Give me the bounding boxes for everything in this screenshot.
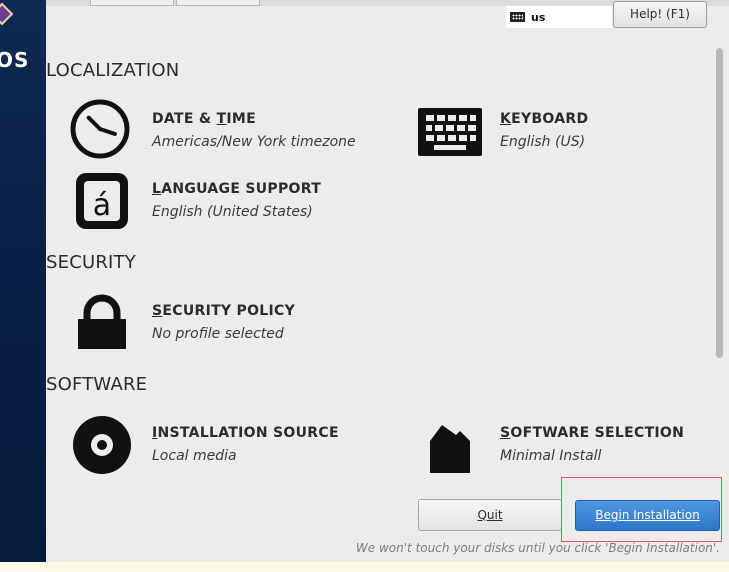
bottom-band — [0, 562, 729, 572]
help-button[interactable]: Help! (F1) — [613, 1, 707, 28]
spoke-date-time[interactable]: DATE & TIME Americas/New York timezone — [68, 97, 368, 163]
footer-note: We won't touch your disks until you clic… — [355, 541, 720, 555]
clock-icon — [68, 97, 132, 161]
keyboard-layout-label: us — [531, 10, 546, 24]
product-sidebar: OS — [0, 0, 46, 562]
keyboard-mnemonic: K — [500, 111, 512, 127]
spoke-date-time-status: Americas/New York timezone — [152, 134, 356, 150]
spoke-language-support-status: English (United States) — [152, 204, 313, 220]
language-mnemonic: L — [152, 181, 162, 197]
spoke-security-policy-status: No profile selected — [152, 326, 284, 342]
svg-text:á: á — [93, 188, 111, 223]
keyboard-layout-indicator[interactable]: us — [506, 6, 612, 28]
package-icon — [416, 413, 480, 477]
installation-title-post: NSTALLATION SOURCE — [157, 425, 339, 441]
spoke-installation-source-title: INSTALLATION SOURCE — [152, 425, 339, 441]
spoke-keyboard-title: KEYBOARD — [500, 111, 588, 127]
date-time-title-post: IME — [226, 111, 257, 127]
spoke-language-support-title: LANGUAGE SUPPORT — [152, 181, 321, 197]
keyboard-icon — [416, 99, 482, 163]
disc-icon — [68, 413, 132, 477]
top-tab — [176, 0, 260, 6]
section-localization: LOCALIZATION — [46, 60, 180, 81]
language-icon: á — [68, 169, 132, 233]
spoke-language-support[interactable]: á LANGUAGE SUPPORT English (United State… — [68, 167, 368, 233]
section-security: SECURITY — [46, 252, 136, 273]
spoke-software-selection-status: Minimal Install — [500, 448, 602, 464]
lock-icon — [68, 291, 132, 355]
keyboard-title-post: EYBOARD — [511, 111, 589, 127]
begin-installation-label: Begin Installation — [595, 508, 700, 522]
top-tab — [90, 0, 174, 6]
date-time-mnemonic: T — [216, 111, 227, 127]
spoke-security-policy-title: SECURITY POLICY — [152, 303, 295, 319]
scrollbar-thumb[interactable] — [716, 48, 723, 358]
logo-mark — [0, 2, 14, 26]
product-logo-text: OS — [0, 48, 30, 72]
date-time-title-pre: DATE & — [152, 111, 217, 127]
software-title-post: OFTWARE SELECTION — [510, 425, 685, 441]
spoke-date-time-title: DATE & TIME — [152, 111, 256, 127]
spoke-software-selection-title: SOFTWARE SELECTION — [500, 425, 684, 441]
spoke-software-selection[interactable]: SOFTWARE SELECTION Minimal Install — [416, 411, 706, 477]
spoke-keyboard-status: English (US) — [500, 134, 586, 150]
software-mnemonic: S — [500, 425, 511, 441]
begin-installation-button[interactable]: Begin Installation — [575, 500, 720, 531]
security-mnemonic: S — [152, 303, 163, 319]
spoke-installation-source-status: Local media — [152, 448, 237, 464]
spoke-keyboard[interactable]: KEYBOARD English (US) — [416, 97, 696, 163]
spoke-security-policy[interactable]: SECURITY POLICY No profile selected — [68, 289, 368, 355]
quit-label: Quit — [477, 508, 503, 522]
language-title-post: ANGUAGE SUPPORT — [161, 181, 322, 197]
section-software: SOFTWARE — [46, 374, 148, 395]
keyboard-icon — [510, 12, 525, 22]
security-title-post: ECURITY POLICY — [162, 303, 296, 319]
spoke-installation-source[interactable]: INSTALLATION SOURCE Local media — [68, 411, 368, 477]
quit-button[interactable]: Quit — [418, 499, 562, 531]
